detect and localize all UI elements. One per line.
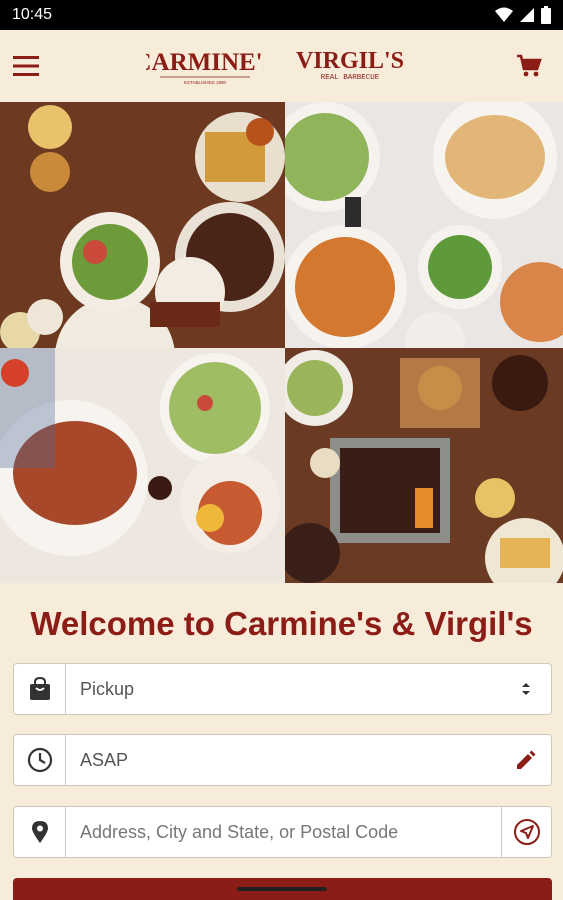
address-field[interactable]: Address, City and State, or Postal Code [13,806,552,858]
navigation-arrow-icon [513,819,540,845]
cart-button[interactable] [513,50,545,82]
order-type-value: Pickup [80,678,135,699]
food-photo-collage [0,102,563,583]
shopping-bag-icon [29,677,50,700]
clock-icon [27,747,52,773]
status-icons [495,6,551,24]
pencil-icon [517,750,536,769]
order-time-icon-box [14,735,66,785]
status-time: 10:45 [12,6,53,23]
welcome-title: Welcome to Carmine's & Virgil's [30,605,533,642]
status-bar: 10:45 [0,0,563,30]
order-time-field[interactable]: ASAP [13,734,552,786]
menu-button[interactable] [10,50,42,82]
hamburger-menu-icon [13,56,39,76]
edit-time-button[interactable] [501,735,551,785]
select-updown-icon [522,683,530,695]
carmines-logo-text: CARMINE'S [146,49,264,76]
order-time-value: ASAP [80,749,129,770]
order-type-icon-box [14,664,66,714]
wifi-icon [495,7,513,22]
shopping-cart-icon [517,54,542,77]
carmines-logo[interactable]: CARMINE'S ESTABLISHED 1990 [133,44,276,88]
food-photo-ribs-table [285,348,563,583]
app-header: CARMINE'S ESTABLISHED 1990 VIRGIL'S REAL… [0,30,563,102]
select-arrows[interactable] [501,664,551,714]
food-photo-steak-table [0,348,285,583]
location-pin-icon [31,821,48,843]
signal-icon [520,8,534,22]
virgils-logo[interactable]: VIRGIL'S REAL BARBECUE [280,46,420,86]
order-type-select[interactable]: Pickup [13,663,552,715]
virgils-logo-text: VIRGIL'S [296,48,404,74]
food-photo-bbq-table [0,102,285,348]
address-icon-box [14,807,66,857]
battery-icon [541,6,551,24]
virgils-logo-sub: REAL BARBECUE [321,74,380,82]
home-indicator[interactable] [237,887,327,891]
carmines-logo-sub: ESTABLISHED 1990 [184,80,226,85]
locate-me-button[interactable] [501,807,551,857]
address-input[interactable]: Address, City and State, or Postal Code [66,807,501,857]
food-photo-pasta-table [285,102,563,348]
